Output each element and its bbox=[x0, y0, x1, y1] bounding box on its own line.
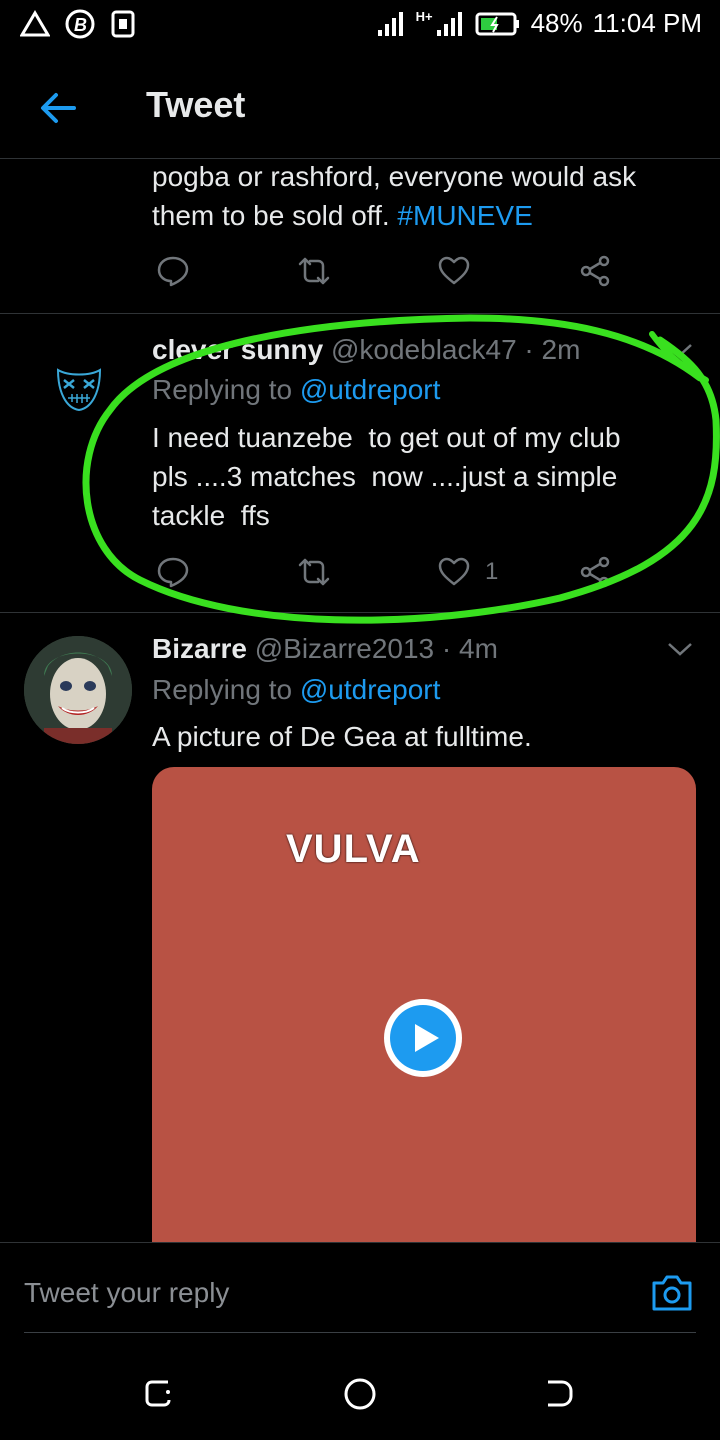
reply-icon bbox=[157, 256, 189, 287]
hashtag-link[interactable]: #MUNEVE bbox=[397, 200, 532, 231]
back-nav-button[interactable] bbox=[542, 1376, 576, 1415]
video-media[interactable]: VULVA bbox=[152, 767, 696, 1243]
chevron-down-icon bbox=[668, 344, 692, 357]
joker-avatar-icon bbox=[24, 636, 132, 744]
reply-tweet-1[interactable]: clever sunny @kodeblack47 · 2m Replying … bbox=[0, 314, 720, 612]
replying-to-label: Replying to bbox=[152, 674, 293, 705]
tweet-body: A picture of De Gea at fulltime. bbox=[152, 721, 532, 752]
heart-icon bbox=[438, 256, 470, 285]
play-icon bbox=[390, 1005, 456, 1071]
retweet-icon bbox=[298, 558, 330, 586]
parent-tweet-line1: pogba or rashford, everyone would ask bbox=[152, 161, 637, 192]
system-nav-bar bbox=[0, 1334, 720, 1440]
replying-to: Replying to @utdreport bbox=[152, 674, 440, 706]
back-nav-icon bbox=[548, 1380, 573, 1407]
reply-action[interactable] bbox=[156, 555, 190, 589]
parent-tweet-line2: them to be sold off. bbox=[152, 200, 390, 231]
tweet-line: pls ....3 matches now ....just a simple bbox=[152, 461, 618, 492]
share-icon bbox=[580, 255, 610, 287]
tweet-menu-button[interactable] bbox=[665, 639, 695, 664]
handle[interactable]: @Bizarre2013 bbox=[255, 633, 434, 664]
signal-icon-2 bbox=[436, 11, 462, 36]
retweet-action[interactable] bbox=[296, 555, 332, 589]
tweet-body: I need tuanzebe to get out of my club pl… bbox=[152, 418, 692, 535]
heart-icon bbox=[438, 557, 470, 586]
back-arrow-icon bbox=[41, 93, 76, 123]
page-title: Tweet bbox=[146, 84, 246, 125]
avatar[interactable] bbox=[52, 364, 106, 414]
mention-link[interactable]: @utdreport bbox=[300, 674, 441, 705]
mention-link[interactable]: @utdreport bbox=[300, 374, 441, 405]
tweet-line: I need tuanzebe to get out of my club bbox=[152, 422, 621, 453]
recent-apps-icon bbox=[145, 1380, 171, 1407]
mask-avatar-icon bbox=[56, 368, 102, 412]
sim-icon bbox=[111, 10, 135, 38]
parent-tweet-actions bbox=[0, 250, 720, 294]
status-indicators: H+ 48% 11:04 PM bbox=[376, 8, 702, 39]
replying-to: Replying to @utdreport bbox=[152, 374, 440, 406]
home-button[interactable] bbox=[342, 1376, 378, 1417]
timestamp: · 4m bbox=[441, 633, 498, 664]
retweet-action[interactable] bbox=[296, 254, 332, 288]
reply-action[interactable] bbox=[156, 254, 190, 288]
share-action[interactable] bbox=[578, 555, 612, 589]
handle[interactable]: @kodeblack47 bbox=[331, 334, 517, 365]
status-notifications: B bbox=[20, 8, 136, 40]
like-count: 1 bbox=[485, 558, 499, 585]
timestamp: · 2m bbox=[524, 334, 581, 365]
recent-apps-button[interactable] bbox=[142, 1376, 176, 1415]
display-name[interactable]: Bizarre bbox=[152, 633, 247, 664]
like-action[interactable] bbox=[437, 254, 471, 288]
svg-text:B: B bbox=[74, 15, 87, 35]
tweet-line: tackle ffs bbox=[152, 500, 270, 531]
avatar[interactable] bbox=[24, 636, 132, 744]
battery-icon bbox=[475, 12, 519, 35]
camera-button[interactable] bbox=[650, 1273, 694, 1318]
back-button[interactable] bbox=[36, 86, 80, 130]
reply-2-header: Bizarre @Bizarre2013 · 4m bbox=[152, 633, 498, 665]
reply-input[interactable]: Tweet your reply bbox=[24, 1277, 229, 1309]
signal-icon bbox=[377, 11, 403, 36]
reply-composer: Tweet your reply bbox=[0, 1242, 720, 1333]
parent-tweet-text: pogba or rashford, everyone would ask th… bbox=[152, 157, 692, 235]
reply-icon bbox=[157, 557, 189, 588]
reply-1-header: clever sunny @kodeblack47 · 2m bbox=[152, 334, 580, 366]
play-button[interactable] bbox=[384, 999, 462, 1077]
home-circle-icon bbox=[344, 1378, 376, 1410]
share-action[interactable] bbox=[578, 254, 612, 288]
camera-icon bbox=[652, 1275, 692, 1311]
like-action[interactable]: 1 bbox=[437, 555, 498, 589]
b-app-icon: B bbox=[65, 9, 95, 39]
divider bbox=[24, 1332, 696, 1333]
network-type: H+ bbox=[415, 9, 433, 24]
chevron-down-icon bbox=[668, 643, 692, 656]
media-caption: VULVA bbox=[286, 827, 421, 871]
display-name[interactable]: clever sunny bbox=[152, 334, 323, 365]
replying-to-label: Replying to bbox=[152, 374, 293, 405]
warning-icon bbox=[20, 10, 50, 37]
reply-tweet-2[interactable]: Bizarre @Bizarre2013 · 4m Replying to @u… bbox=[0, 613, 720, 1243]
share-icon bbox=[580, 556, 610, 588]
tweet-menu-button[interactable] bbox=[665, 340, 695, 365]
status-bar: B H+ 48% 11:04 PM bbox=[0, 0, 720, 52]
header-bar: Tweet bbox=[0, 60, 720, 159]
retweet-icon bbox=[298, 257, 330, 285]
clock: 11:04 PM bbox=[592, 8, 702, 38]
battery-percent: 48% bbox=[530, 8, 583, 38]
